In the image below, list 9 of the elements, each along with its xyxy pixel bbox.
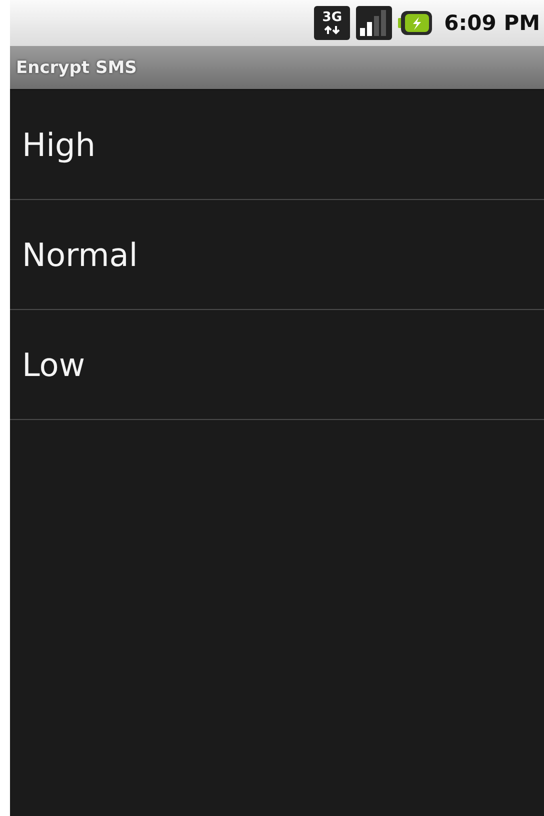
list-item[interactable]: Low	[10, 310, 544, 420]
battery-charging-icon	[398, 11, 432, 35]
data-arrows-icon	[323, 25, 342, 35]
clock-time: 6:09 PM	[444, 11, 540, 35]
window-title: Encrypt SMS	[16, 58, 137, 78]
list-item[interactable]: Normal	[10, 200, 544, 310]
signal-icon	[356, 6, 392, 40]
network-type: 3G	[322, 11, 342, 25]
list-item[interactable]: High	[10, 90, 544, 200]
